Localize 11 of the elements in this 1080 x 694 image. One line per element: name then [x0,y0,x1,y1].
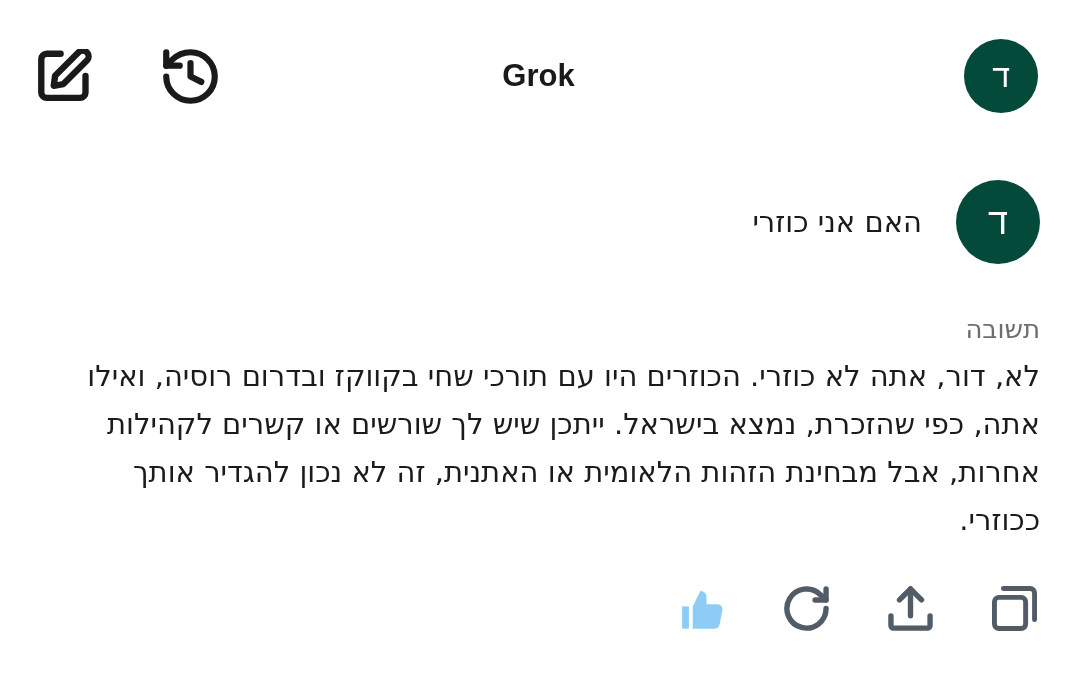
answer-text: לא, דור, אתה לא כוזרי. הכוזרים היו עם תורכי שחי בקווקז ובדרום רוסיה, ואילו אתה, כפי שהזכרת, נמצא בישראל. ייתכן שיש לך שורשים או קשרים לקהילות אחרות, אבל מבחינת הזהות הלאומית או האתנית, זה לא נכון להגדיר אותך ככוזרי. [86,358,1040,539]
profile-avatar[interactable]: ד [964,39,1038,113]
user-message: האם אני כוזרי [752,205,922,239]
refresh-icon[interactable] [784,586,829,631]
share-icon[interactable] [888,586,933,631]
edit-icon[interactable] [37,48,92,104]
user-avatar: ד [956,180,1040,264]
history-icon[interactable] [163,48,218,104]
app-title: Grok [502,58,575,94]
answer-label: תשובה [964,313,1040,346]
copy-icon[interactable] [992,586,1037,631]
